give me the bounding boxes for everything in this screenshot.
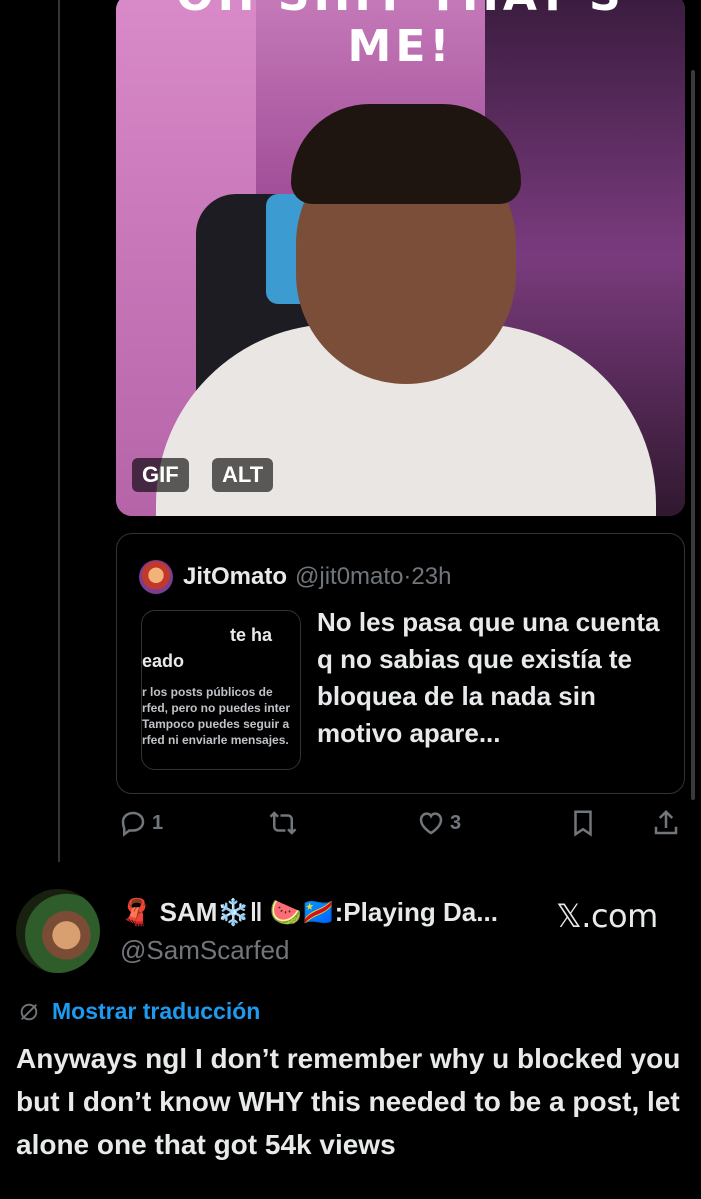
scrollbar[interactable] xyxy=(691,70,695,800)
reply-icon xyxy=(121,811,145,837)
thumbnail-line-2: eado xyxy=(142,651,185,671)
globe-slash-icon xyxy=(20,1003,38,1020)
thumbnail-line-1: te ha xyxy=(230,625,273,645)
meme-caption: OH SHIT THAT'S ME! xyxy=(176,0,620,72)
quoted-post[interactable]: JitOmato @jit0mato · 23h te ha eado r lo… xyxy=(116,533,685,794)
thread-line xyxy=(58,0,60,862)
avatar[interactable] xyxy=(16,889,100,973)
quoted-timestamp: 23h xyxy=(411,563,452,590)
share-icon xyxy=(654,809,678,835)
quoted-handle[interactable]: @jit0mato xyxy=(295,563,403,591)
like-count: 3 xyxy=(450,811,462,834)
like-icon xyxy=(419,812,443,835)
x-logo-icon: 𝕏.com xyxy=(556,897,658,935)
media-person-hair xyxy=(291,104,521,204)
retweet-button[interactable] xyxy=(268,808,298,838)
user-handle[interactable]: @SamScarfed xyxy=(120,935,289,966)
post-text: Anyways ngl I don’t remember why u block… xyxy=(16,1043,681,1160)
gif-media[interactable]: OH SHIT THAT'S ME! GIF ALT xyxy=(116,0,685,516)
like-button[interactable]: 3 xyxy=(416,808,461,838)
reply-button[interactable]: 1 xyxy=(118,808,163,838)
translation-label: Mostrar traducción xyxy=(52,998,261,1024)
quoted-thumbnail[interactable]: te ha eado r los posts públicos de rfed,… xyxy=(141,610,301,770)
share-button[interactable] xyxy=(651,808,681,838)
quoted-post-header: JitOmato @jit0mato · 23h xyxy=(139,560,451,594)
quoted-separator: · xyxy=(403,563,412,590)
show-translation-link[interactable]: Mostrar traducción xyxy=(18,998,260,1025)
bookmark-icon xyxy=(574,810,592,837)
thumbnail-small-text: Tampoco puedes seguir a xyxy=(142,717,290,731)
display-name[interactable]: 🧣 SAM❄️‖ 🍉🇨🇩:Playing Da... xyxy=(120,897,498,928)
action-bar: 1 3 xyxy=(116,808,685,844)
reply-count: 1 xyxy=(152,811,164,834)
post-header: 🧣 SAM❄️‖ 🍉🇨🇩:Playing Da... xyxy=(120,897,498,928)
thumbnail-small-text: r los posts públicos de xyxy=(142,685,273,699)
thumbnail-small-text: rfed ni enviarle mensajes. xyxy=(142,733,289,747)
retweet-icon xyxy=(269,811,297,835)
gif-badge[interactable]: GIF xyxy=(132,458,189,492)
quoted-display-name[interactable]: JitOmato xyxy=(183,563,287,591)
quoted-avatar[interactable] xyxy=(139,560,173,594)
thumbnail-small-text: rfed, pero no puedes inter xyxy=(142,701,291,715)
quoted-text: No les pasa que una cuenta q no sabias q… xyxy=(317,607,660,748)
bookmark-button[interactable] xyxy=(568,808,598,838)
alt-badge[interactable]: ALT xyxy=(212,458,274,492)
